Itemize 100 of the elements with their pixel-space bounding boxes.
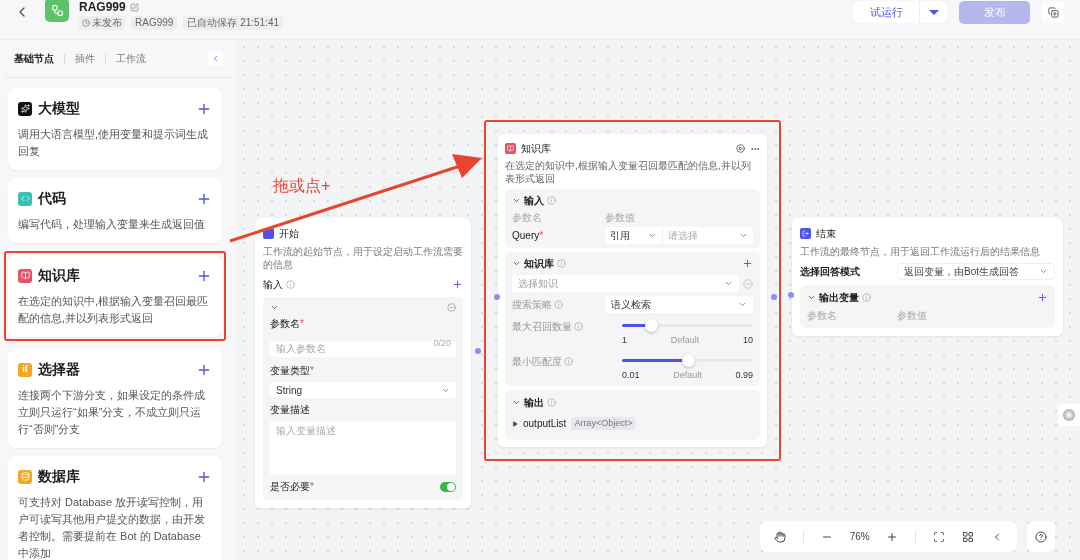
- node-description: 工作流的起始节点，用于设定启动工作流需要的信息: [263, 245, 463, 271]
- book-icon: [505, 143, 516, 154]
- copy-icon: [1047, 6, 1059, 18]
- node-title: 开始: [279, 227, 299, 241]
- node-description: 连接两个下游分支，如果设定的条件成立则只运行“如果”分支，不成立则只运行“否则”分支: [18, 388, 206, 437]
- field-label: 最小匹配度: [512, 353, 622, 369]
- slider-thumb[interactable]: [644, 319, 658, 332]
- database-icon: [18, 469, 32, 484]
- help-button[interactable]: [1027, 521, 1055, 552]
- slider-max: 10: [743, 334, 753, 347]
- slider-track[interactable]: [622, 358, 753, 362]
- field-label: 选择回答模式: [800, 265, 861, 279]
- node-title: 代码: [38, 189, 67, 208]
- app-title: RAG999: [79, 0, 126, 14]
- node-description: 在选定的知识中,根据输入变量召回最匹配的信息,并以列表形式返回: [505, 159, 752, 185]
- exit-icon: [800, 228, 811, 239]
- column-header: 参数值: [605, 211, 635, 225]
- column-header: 参数值: [897, 309, 927, 323]
- output-name: outputList: [523, 417, 567, 431]
- copy-button[interactable]: [1042, 1, 1064, 23]
- slider-max: 0.99: [735, 368, 753, 382]
- section-title: 输入: [263, 278, 283, 292]
- add-icon[interactable]: [742, 258, 753, 269]
- slider-min: 1: [622, 334, 627, 347]
- info-icon: [574, 322, 583, 331]
- grid-icon[interactable]: [961, 530, 974, 543]
- field-label: 最大召回数量: [512, 319, 622, 334]
- section-title: 输入: [524, 194, 544, 208]
- add-icon[interactable]: [452, 279, 463, 290]
- chevron-icon: [211, 54, 220, 63]
- sparkle-icon: [18, 101, 32, 116]
- chevron-icon: [1039, 267, 1048, 276]
- toggle-switch[interactable]: [440, 481, 456, 492]
- code-icon: [18, 191, 32, 206]
- name-tag: RAG999: [131, 16, 178, 30]
- chevron-icon: [739, 231, 748, 240]
- node-title: 知识库: [38, 266, 81, 285]
- node-title: 知识库: [521, 142, 552, 156]
- book-icon: [18, 268, 32, 283]
- chevron-icon[interactable]: [512, 196, 521, 205]
- slider-default: Default: [670, 334, 700, 347]
- node-title: 结束: [816, 227, 836, 241]
- node-description: 工作流的最终节点，用于返回工作流运行后的结果信息: [800, 245, 1041, 258]
- node-card[interactable]: if 选择器 连接两个下游分支，如果设定的条件成立则只运行“如果”分支，不成立则只运行“否则”分支: [8, 349, 222, 448]
- assistant-button[interactable]: [1058, 404, 1080, 426]
- chevron-icon[interactable]: [512, 259, 521, 268]
- info-icon: [557, 259, 566, 268]
- sidebar-tab[interactable]: 工作流: [116, 51, 146, 66]
- info-icon: [547, 196, 556, 205]
- run-icon[interactable]: [736, 144, 745, 153]
- info-icon: [862, 293, 871, 302]
- chevron-icon[interactable]: [807, 293, 816, 302]
- node-description: 可支持对 Database 放开读写控制，用户可读写其他用户提交的数据，由开发者控制。需要提前在 Bot 的 Database 中添加: [18, 495, 206, 560]
- expand-icon[interactable]: [512, 420, 518, 427]
- column-header: 参数名: [512, 211, 543, 225]
- help-icon: [1035, 530, 1047, 543]
- sidebar-tab[interactable]: 基础节点: [14, 51, 54, 66]
- node-description: 调用大语言模型,使用变量和提示词生成回复: [18, 127, 210, 159]
- type-select[interactable]: String: [270, 382, 456, 398]
- info-icon: [286, 280, 295, 289]
- add-icon[interactable]: [1037, 292, 1048, 303]
- param-name: Query*: [512, 229, 545, 243]
- chevron-icon: [738, 300, 747, 309]
- edit-icon[interactable]: [129, 2, 139, 12]
- node-title: 数据库: [38, 467, 81, 486]
- save-status: 已自动保存 21:51:41: [183, 16, 284, 30]
- remove-icon[interactable]: [447, 303, 456, 312]
- field-label: 变量描述: [270, 403, 311, 417]
- hand-icon[interactable]: [774, 530, 787, 543]
- zoom-in-icon[interactable]: [886, 530, 899, 543]
- field-label: 搜索策略: [512, 297, 605, 312]
- annotation-label: 拖或点+: [273, 176, 331, 196]
- description-field[interactable]: 输入变量描述: [270, 421, 456, 475]
- slider-min: 0.01: [622, 368, 640, 382]
- node-card[interactable]: 代码 编写代码，处理输入变量来生成返回值: [8, 178, 222, 243]
- chevron-icon[interactable]: [270, 303, 279, 312]
- strategy-select[interactable]: 语义检索: [605, 296, 753, 313]
- info-icon: [547, 398, 556, 407]
- mode-select[interactable]: 返回变量，由Bot生成回答: [897, 263, 1055, 280]
- node-card[interactable]: 大模型 调用大语言模型,使用变量和提示词生成回复: [8, 88, 222, 170]
- char-counter: 0/20: [433, 337, 451, 349]
- fit-view-icon[interactable]: [933, 530, 945, 543]
- source-select[interactable]: 引用: [605, 227, 663, 244]
- section-title: 知识库: [524, 257, 554, 271]
- node-card[interactable]: 数据库 可支持对 Database 放开读写控制，用户可读写其他用户提交的数据，由开发者控制。需要提前在 Bot 的 Database 中添加: [8, 456, 222, 560]
- section-title: 输出变量: [819, 291, 859, 305]
- field-label: 变量类型*: [270, 364, 315, 378]
- slider-thumb[interactable]: [681, 353, 695, 367]
- chevron-icon: [724, 279, 733, 288]
- sidebar-tab[interactable]: 插件: [75, 51, 95, 66]
- chevron-icon[interactable]: [512, 398, 521, 407]
- section-title: 输出: [524, 396, 544, 410]
- node-description: 编写代码，处理输入变量来生成返回值: [18, 217, 206, 232]
- field-label: 参数名*: [270, 317, 305, 331]
- node-description: 在选定的知识中,根据输入变量召回最匹配的信息,并以列表形式返回: [18, 294, 210, 326]
- type-tag: Array<Object>: [571, 416, 636, 431]
- clock-icon: [82, 19, 90, 27]
- zoom-level: 76%: [849, 530, 870, 544]
- field-label: 是否必要*: [270, 480, 314, 494]
- node-card[interactable]: 知识库 在选定的知识中,根据输入变量召回最匹配的信息,并以列表形式返回: [8, 255, 222, 337]
